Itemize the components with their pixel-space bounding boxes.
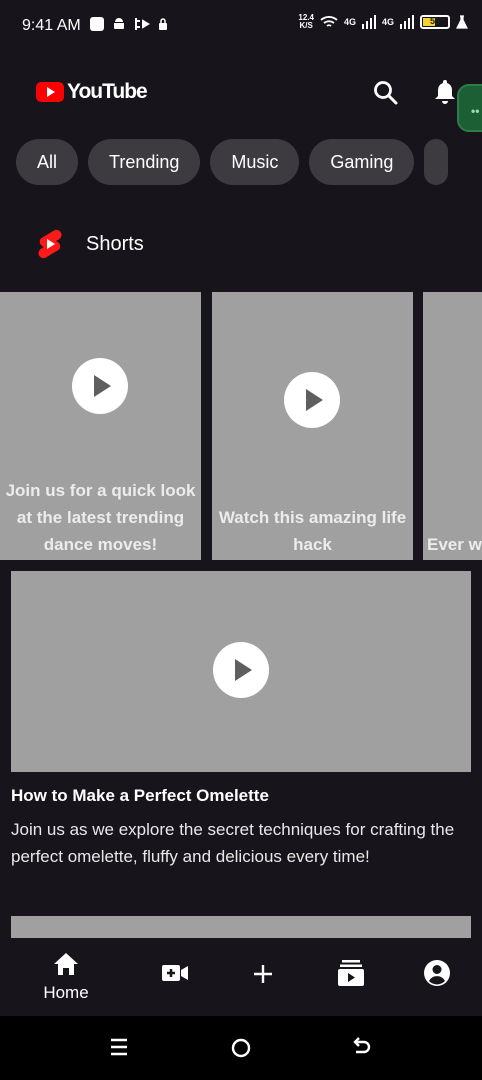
nav-add[interactable] bbox=[248, 938, 278, 1016]
lock-icon bbox=[159, 18, 167, 30]
android-icon bbox=[114, 18, 124, 29]
wifi-icon bbox=[320, 16, 338, 27]
nav-create-video[interactable] bbox=[158, 938, 192, 1016]
short-card[interactable]: Join us for a quick look at the latest t… bbox=[0, 292, 201, 560]
status-time: 9:41 AM bbox=[22, 17, 81, 34]
video-add-icon bbox=[162, 965, 188, 981]
shorts-title: Shorts bbox=[86, 232, 144, 255]
search-icon bbox=[374, 81, 398, 105]
home-circle-icon bbox=[231, 1038, 251, 1058]
app-notification-icon bbox=[90, 17, 104, 31]
status-bar: 9:41 AM 12.4 K/S 4G 4G 55 bbox=[0, 0, 482, 54]
status-notification-icons bbox=[90, 17, 168, 31]
signal-icon-2 bbox=[400, 15, 414, 29]
home-system-button[interactable] bbox=[229, 1036, 253, 1065]
system-navigation-bar bbox=[0, 1016, 482, 1080]
video-title[interactable]: How to Make a Perfect Omelette bbox=[11, 786, 269, 806]
shorts-header: Shorts bbox=[36, 228, 144, 260]
media-icon bbox=[135, 18, 150, 30]
home-icon bbox=[54, 953, 78, 975]
net-speed-unit: K/S bbox=[299, 21, 313, 30]
category-chips: All Trending Music Gaming bbox=[16, 139, 449, 185]
signal-type-1: 4G bbox=[343, 17, 356, 27]
short-caption: Ever w... make... bbox=[427, 535, 482, 554]
youtube-logo-text: YouTube bbox=[67, 80, 148, 103]
back-button[interactable] bbox=[350, 1036, 374, 1065]
back-arrow-icon bbox=[353, 1037, 371, 1054]
youtube-logo[interactable]: YouTube bbox=[36, 80, 148, 104]
bell-icon bbox=[435, 80, 455, 104]
status-system-icons: 12.4 K/S 4G 4G 55 bbox=[298, 14, 468, 30]
shorts-shelf: Join us for a quick look at the latest t… bbox=[0, 292, 482, 560]
play-icon bbox=[284, 372, 340, 428]
chip-all[interactable]: All bbox=[16, 139, 79, 185]
floating-chat-bubble[interactable]: •• bbox=[457, 84, 482, 132]
nav-account[interactable] bbox=[420, 938, 454, 1016]
battery-icon: 55 bbox=[420, 15, 450, 29]
youtube-play-logo-icon bbox=[36, 82, 64, 102]
bottom-navigation: Home bbox=[0, 938, 482, 1016]
chip-trending[interactable]: Trending bbox=[88, 139, 201, 185]
subscriptions-icon bbox=[338, 960, 364, 986]
play-icon bbox=[213, 642, 269, 698]
signal-type-2: 4G bbox=[381, 17, 394, 27]
shorts-icon bbox=[38, 229, 62, 259]
battery-level: 55 bbox=[429, 16, 440, 26]
short-card[interactable]: Ever w... make... bbox=[423, 292, 482, 560]
video-description: Join us as we explore the secret techniq… bbox=[11, 820, 455, 866]
next-video-thumbnail[interactable] bbox=[11, 916, 471, 940]
nav-subscriptions[interactable] bbox=[334, 938, 368, 1016]
video-thumbnail[interactable] bbox=[11, 571, 471, 772]
app-header: YouTube bbox=[0, 54, 482, 130]
nav-home[interactable]: Home bbox=[36, 938, 96, 1016]
chip-more[interactable] bbox=[424, 139, 449, 185]
nav-home-label: Home bbox=[43, 983, 89, 1002]
flask-icon bbox=[456, 15, 468, 29]
menu-lines-icon bbox=[111, 1038, 127, 1056]
network-speed: 12.4 K/S bbox=[298, 14, 314, 30]
play-icon bbox=[72, 358, 128, 414]
short-card[interactable]: Watch this amazing life hack bbox=[212, 292, 413, 560]
search-button[interactable] bbox=[372, 79, 400, 107]
short-caption: Join us for a quick look at the latest t… bbox=[5, 481, 196, 554]
notifications-button[interactable] bbox=[430, 76, 460, 106]
short-caption: Watch this amazing life hack bbox=[218, 508, 407, 554]
chip-gaming[interactable]: Gaming bbox=[309, 139, 415, 185]
chip-music[interactable]: Music bbox=[210, 139, 300, 185]
plus-icon bbox=[254, 965, 272, 983]
signal-icon-1 bbox=[361, 15, 376, 29]
recent-apps-button[interactable] bbox=[108, 1036, 130, 1063]
dots-icon: •• bbox=[471, 104, 480, 118]
account-circle-icon bbox=[424, 960, 450, 986]
